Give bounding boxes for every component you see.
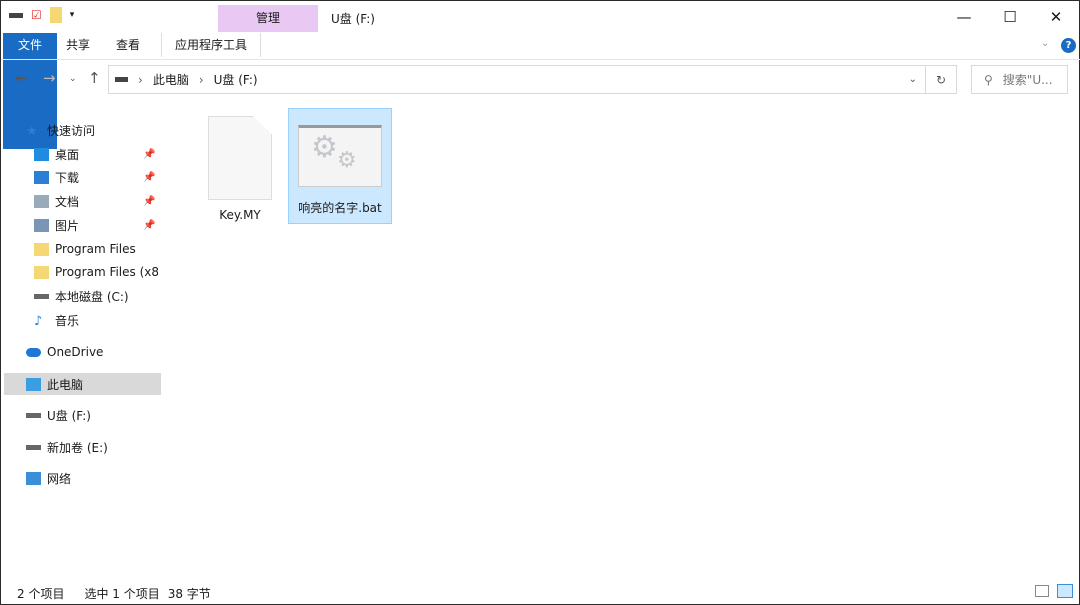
window-title: U盘 (F:) — [331, 10, 375, 27]
selected-count: 选中 1 个项目 — [84, 585, 159, 602]
drive-icon — [26, 445, 41, 450]
sidebar-item[interactable]: 新加卷 (E:) — [1, 436, 158, 458]
details-view-button[interactable] — [1035, 585, 1049, 597]
sidebar-item-label: Program Files — [55, 242, 136, 256]
maximize-button[interactable]: ☐ — [987, 3, 1033, 31]
large-icons-view-button[interactable] — [1057, 584, 1073, 598]
computer-icon — [26, 378, 41, 391]
pin-icon[interactable]: 📌 — [143, 149, 155, 160]
address-dropdown-icon[interactable]: ⌄ — [909, 74, 917, 85]
chevron-right-icon[interactable]: › — [199, 73, 204, 87]
divider — [1, 59, 1080, 60]
minimize-button[interactable]: — — [941, 3, 987, 31]
sidebar-item-label: 本地磁盘 (C:) — [55, 288, 129, 305]
sidebar-item[interactable]: ★ 快速访问 — [1, 119, 158, 141]
breadcrumb-this-pc[interactable]: 此电脑 — [153, 71, 189, 88]
sidebar-item-label: 文档 — [55, 193, 79, 210]
sidebar-item-label: 此电脑 — [47, 376, 83, 393]
pin-icon[interactable]: 📌 — [143, 220, 155, 231]
drive-icon — [34, 294, 49, 299]
breadcrumb-drive-f[interactable]: U盘 (F:) — [214, 71, 258, 88]
download-icon — [34, 171, 49, 184]
expand-ribbon-icon[interactable]: ⌄ — [1041, 38, 1049, 49]
ribbon-tabs: 文件 主页 共享 查看 应用程序工具 — [3, 33, 261, 57]
status-bar: 2 个项目 选中 1 个项目 38 字节 — [17, 585, 211, 602]
sidebar-item-label: 下载 — [55, 169, 79, 186]
sidebar-item[interactable]: U盘 (F:) — [1, 404, 158, 426]
blank-file-icon — [208, 116, 272, 200]
tab-share[interactable]: 共享 — [53, 33, 103, 57]
sidebar-item-label: OneDrive — [47, 345, 103, 359]
gear-icon: ⚙ — [311, 130, 338, 165]
file-item[interactable]: Key.MY — [188, 108, 292, 224]
properties-icon[interactable]: ☑ — [31, 8, 42, 22]
sidebar-item[interactable]: 本地磁盘 (C:) — [1, 285, 158, 307]
music-icon: ♪ — [34, 314, 49, 327]
pin-icon[interactable]: 📌 — [143, 196, 155, 207]
sidebar-item-label: 桌面 — [55, 146, 79, 163]
customize-dropdown-icon[interactable]: ▾ — [70, 10, 75, 20]
star-icon: ★ — [26, 124, 41, 137]
forward-button[interactable]: → — [43, 69, 56, 87]
search-placeholder: 搜索"U... — [1003, 73, 1053, 87]
desktop-icon — [34, 148, 49, 161]
context-tab-manage[interactable]: 管理 — [218, 5, 318, 32]
sidebar-item-label: 网络 — [47, 470, 71, 487]
sidebar-item[interactable]: Program Files (x86) — [1, 261, 158, 283]
sidebar-item-label: 图片 — [55, 217, 79, 234]
sidebar-item[interactable]: 图片 📌 — [1, 214, 158, 236]
up-button[interactable]: ↑ — [88, 69, 101, 87]
search-icon: ⚲ — [984, 73, 993, 87]
folder-icon — [34, 243, 49, 256]
sidebar-item[interactable]: OneDrive — [1, 341, 158, 363]
tab-view[interactable]: 查看 — [103, 33, 153, 57]
address-bar[interactable]: › 此电脑 › U盘 (F:) ⌄ — [108, 65, 926, 94]
network-icon — [26, 472, 41, 485]
item-count: 2 个项目 — [17, 585, 64, 602]
sidebar-item-label: U盘 (F:) — [47, 407, 91, 424]
file-item-selected[interactable]: ⚙ ⚙ 响亮的名字.bat — [288, 108, 392, 224]
sidebar-item-label: 音乐 — [55, 312, 79, 329]
cloud-icon — [26, 348, 41, 357]
recent-dropdown-icon[interactable]: ⌄ — [69, 74, 77, 84]
sidebar-item-label: Program Files (x86) — [55, 265, 158, 279]
drive-icon — [115, 77, 128, 82]
pictures-icon — [34, 219, 49, 232]
selected-size: 38 字节 — [168, 585, 211, 602]
file-name: Key.MY — [188, 208, 292, 222]
gear-icon: ⚙ — [337, 148, 357, 173]
help-icon[interactable]: ? — [1061, 38, 1076, 53]
sidebar-item[interactable]: 桌面 📌 — [1, 143, 158, 165]
quick-access-toolbar: ☑ ▾ — [9, 7, 74, 23]
pin-icon[interactable]: 📌 — [143, 172, 155, 183]
sidebar-item[interactable]: Program Files — [1, 238, 158, 260]
file-name: 响亮的名字.bat — [289, 199, 391, 216]
sidebar-item[interactable]: 此电脑 — [4, 373, 161, 395]
new-folder-icon[interactable] — [50, 7, 62, 23]
chevron-right-icon[interactable]: › — [138, 73, 143, 87]
sidebar-item[interactable]: 下载 📌 — [1, 166, 158, 188]
sidebar-item[interactable]: ♪ 音乐 — [1, 309, 158, 331]
sidebar-item-label: 快速访问 — [47, 122, 95, 139]
sidebar-item[interactable]: 文档 📌 — [1, 190, 158, 212]
search-input[interactable]: ⚲ 搜索"U... — [971, 65, 1068, 94]
document-icon — [34, 195, 49, 208]
refresh-button[interactable]: ↻ — [926, 65, 957, 94]
drive-icon[interactable] — [9, 13, 23, 18]
close-button[interactable]: ✕ — [1033, 3, 1079, 31]
sidebar-item-label: 新加卷 (E:) — [47, 439, 108, 456]
back-button[interactable]: ← — [15, 69, 28, 87]
folder-icon — [34, 266, 49, 279]
batch-file-icon: ⚙ ⚙ — [298, 125, 382, 187]
sidebar-item[interactable]: 网络 — [1, 467, 158, 489]
drive-icon — [26, 413, 41, 418]
tab-app-tools[interactable]: 应用程序工具 — [161, 33, 261, 57]
